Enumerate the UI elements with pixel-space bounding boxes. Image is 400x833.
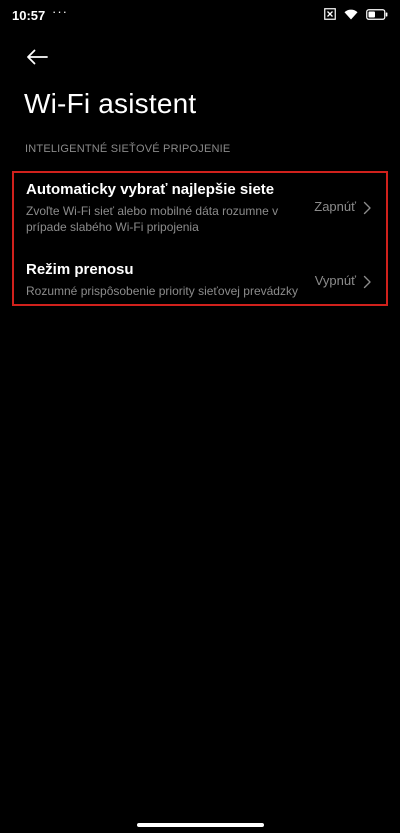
setting-auto-select-best-networks[interactable]: Automaticky vybrať najlepšie siete Zvoľt… <box>14 181 386 241</box>
setting-description: Rozumné prispôsobenie priority sieťovej … <box>26 284 298 298</box>
status-bar: 10:57 ··· <box>0 0 400 32</box>
setting-transfer-mode[interactable]: Režim prenosu Rozumné prispôsobenie prio… <box>14 261 386 301</box>
chevron-right-icon <box>362 201 372 215</box>
setting-value: Zapnúť <box>314 199 356 214</box>
setting-title: Automaticky vybrať najlepšie siete <box>26 181 275 198</box>
wifi-icon <box>344 9 358 20</box>
battery-icon <box>366 8 388 20</box>
back-button[interactable] <box>22 44 52 74</box>
status-icons <box>324 8 388 20</box>
close-box-icon <box>324 8 336 20</box>
arrow-left-icon <box>26 49 48 70</box>
page-title: Wi-Fi asistent <box>24 88 197 119</box>
chevron-right-icon <box>362 275 372 289</box>
section-header: INTELIGENTNÉ SIEŤOVÉ PRIPOJENIE <box>25 143 231 155</box>
status-time: 10:57 <box>12 8 46 23</box>
setting-title: Režim prenosu <box>26 261 134 278</box>
home-indicator[interactable] <box>137 823 264 827</box>
setting-description: Zvoľte Wi-Fi sieť alebo mobilné dáta roz… <box>26 204 279 234</box>
setting-value: Vypnúť <box>314 273 356 288</box>
more-notifications-icon: ··· <box>52 4 68 19</box>
settings-group: Automaticky vybrať najlepšie siete Zvoľt… <box>12 171 388 306</box>
